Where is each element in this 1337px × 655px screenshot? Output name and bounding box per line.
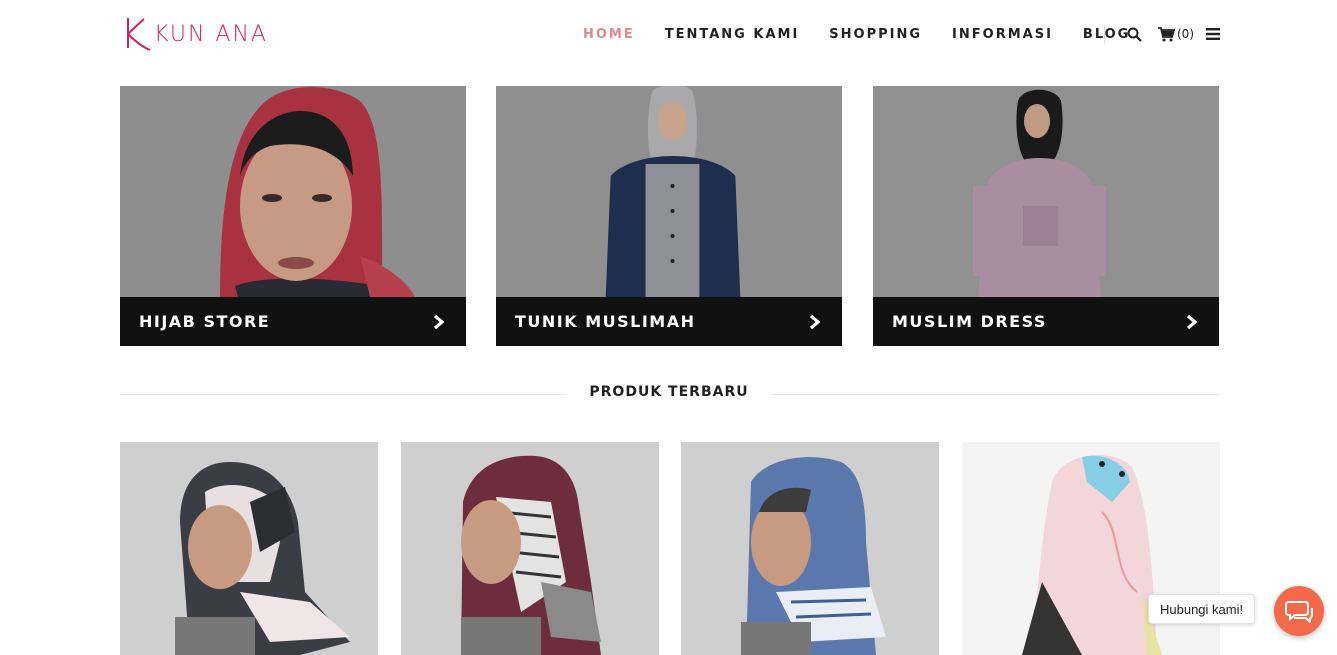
chevron-right-icon <box>809 314 821 329</box>
search-button[interactable] <box>1127 24 1142 44</box>
category-label: HIJAB STORE <box>139 312 271 331</box>
product-card[interactable] <box>401 442 659 655</box>
site-header: KUN ANA HOME TENTANG KAMI SHOPPING INFOR… <box>0 0 1337 70</box>
category-card-muslim-dress[interactable]: MUSLIM DRESS <box>873 86 1219 346</box>
category-bar: MUSLIM DRESS <box>873 297 1219 346</box>
chevron-right-icon <box>433 314 445 329</box>
product-card[interactable] <box>681 442 939 655</box>
cart-icon <box>1158 26 1175 41</box>
product-image-blue-hijab <box>681 442 939 655</box>
section-divider-right <box>772 394 1219 395</box>
category-card-hijab-store[interactable]: HIJAB STORE <box>120 86 466 346</box>
chat-button[interactable] <box>1274 586 1324 636</box>
nav-shopping[interactable]: SHOPPING <box>829 27 922 43</box>
category-bar: TUNIK MUSLIMAH <box>496 297 842 346</box>
nav-informasi[interactable]: INFORMASI <box>952 27 1053 43</box>
product-image-maroon-hijab <box>401 442 659 655</box>
hijab-store-photo <box>120 86 466 297</box>
nav-blog[interactable]: BLOG <box>1083 27 1130 43</box>
search-icon <box>1127 27 1142 42</box>
muslim-dress-photo <box>873 86 1219 297</box>
nav-divider <box>1104 25 1105 44</box>
product-card[interactable] <box>120 442 378 655</box>
cart-button[interactable]: (0) <box>1158 24 1194 44</box>
menu-button[interactable] <box>1206 24 1220 44</box>
cart-count: (0) <box>1177 27 1194 41</box>
chat-tooltip[interactable]: Hubungi kami! <box>1148 594 1256 624</box>
main-nav: HOME TENTANG KAMI SHOPPING INFORMASI BLO… <box>583 27 1160 43</box>
category-bar: HIJAB STORE <box>120 297 466 346</box>
menu-icon <box>1206 28 1220 40</box>
category-card-tunik-muslimah[interactable]: TUNIK MUSLIMAH <box>496 86 842 346</box>
tunik-muslimah-photo <box>496 86 842 297</box>
logo-mark-icon <box>126 18 151 51</box>
product-image-black-white-hijab <box>120 442 378 655</box>
category-label: MUSLIM DRESS <box>892 312 1047 331</box>
nav-tentang-kami[interactable]: TENTANG KAMI <box>665 27 800 43</box>
section-divider-left <box>120 394 566 395</box>
chat-icon <box>1285 601 1313 623</box>
chat-label: Hubungi kami! <box>1160 601 1244 617</box>
chevron-right-icon <box>1186 314 1198 329</box>
brand-logo[interactable]: KUN ANA <box>122 16 268 52</box>
brand-name: KUN ANA <box>154 21 268 47</box>
category-label: TUNIK MUSLIMAH <box>515 312 696 331</box>
nav-home[interactable]: HOME <box>583 27 635 43</box>
section-title: PRODUK TERBARU <box>589 384 749 400</box>
